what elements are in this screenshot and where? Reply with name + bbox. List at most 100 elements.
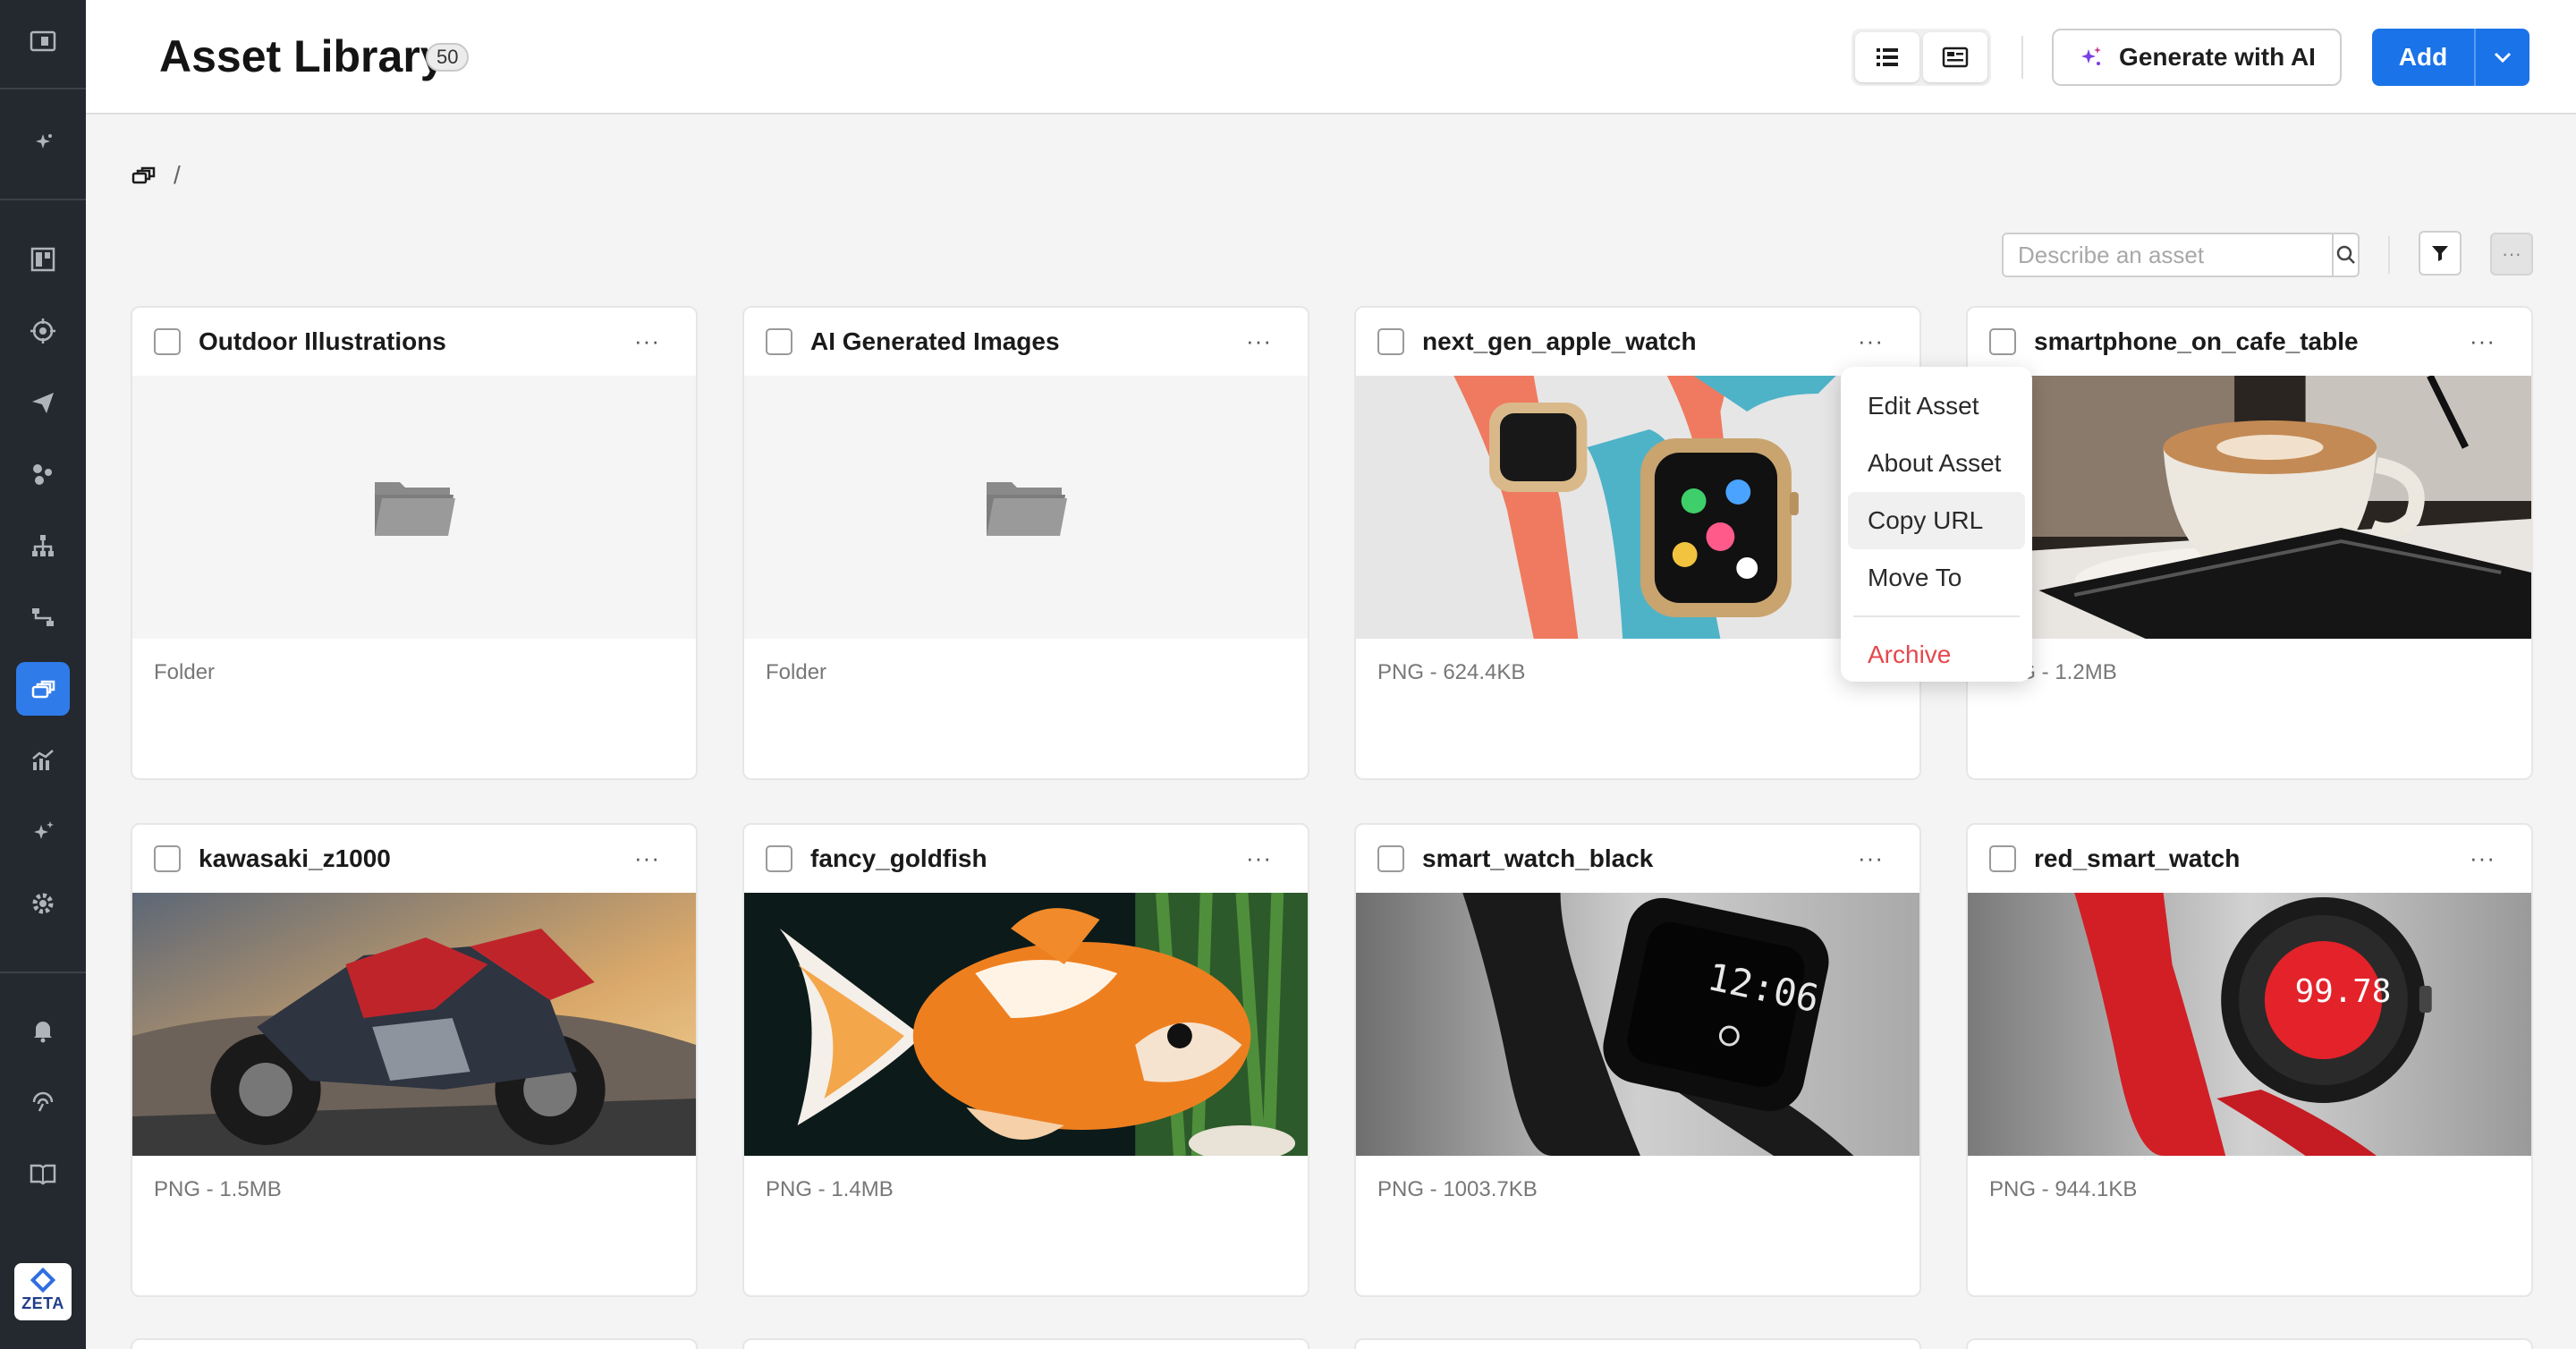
breadcrumb-separator: / xyxy=(174,161,181,189)
brand-logo[interactable]: ZETA xyxy=(14,1263,72,1320)
asset-meta: PNG - 1.4MB xyxy=(766,1177,894,1201)
watch-face-time: 99.78 xyxy=(2295,973,2392,1010)
asset-name: smart_watch_black xyxy=(1422,844,1654,872)
asset-card[interactable]: next_gen_apple_watch ··· PNG - 624.4KB xyxy=(1354,306,1921,780)
dashboard-icon[interactable] xyxy=(16,233,70,286)
add-button[interactable]: Add xyxy=(2372,29,2476,86)
card-menu-icon[interactable]: ··· xyxy=(1246,327,1272,355)
asset-card[interactable]: smartphone_on_cafe_table ··· PNG - 1.2MB xyxy=(1966,306,2533,780)
select-checkbox[interactable] xyxy=(154,845,181,872)
sparkle-icon[interactable] xyxy=(16,116,70,170)
asset-card[interactable]: AI Generated Images ··· Folder xyxy=(742,306,1309,780)
asset-count-badge: 50 xyxy=(426,43,470,72)
select-checkbox[interactable] xyxy=(766,845,792,872)
card-header: kawasaki_z1000 ··· xyxy=(132,825,696,893)
list-view-button[interactable] xyxy=(1855,32,1919,82)
search-button[interactable] xyxy=(2332,234,2358,276)
asset-card[interactable]: fancy_goldfish ··· PNG - 1.4MB xyxy=(742,823,1309,1297)
card-header: fancy_goldfish ··· xyxy=(744,825,1308,893)
black-watch-image: 12:06 xyxy=(1356,893,1919,1156)
folder-thumbnail xyxy=(744,376,1308,639)
asset-meta: PNG - 1.5MB xyxy=(154,1177,282,1201)
card-menu-icon[interactable]: ··· xyxy=(1858,327,1884,355)
card-header: red_smart_watch ··· xyxy=(1968,825,2531,893)
select-checkbox[interactable] xyxy=(1989,845,2016,872)
generate-with-ai-label: Generate with AI xyxy=(2119,43,2316,71)
coffee-phone-image xyxy=(1968,376,2531,639)
generate-with-ai-button[interactable]: Generate with AI xyxy=(2052,29,2342,86)
settings-icon[interactable] xyxy=(16,877,70,930)
send-icon[interactable] xyxy=(16,376,70,429)
folder-icon xyxy=(375,482,455,536)
asset-name: next_gen_apple_watch xyxy=(1422,327,1697,355)
red-watch-image: 99.78 xyxy=(1968,893,2531,1156)
asset-meta: PNG - 624.4KB xyxy=(1377,660,1526,684)
list-icon xyxy=(1877,48,1898,66)
asset-name: smartphone_on_cafe_table xyxy=(2034,327,2359,355)
chevron-down-icon xyxy=(2494,52,2512,64)
search-input[interactable] xyxy=(2004,234,2332,276)
menu-item-edit-asset[interactable]: Edit Asset xyxy=(1848,378,2025,435)
page-title: Asset Library xyxy=(159,31,445,81)
workflow-icon[interactable] xyxy=(16,590,70,644)
asset-card[interactable] xyxy=(1966,1338,2533,1349)
ai-sparkle-icon[interactable] xyxy=(16,805,70,859)
asset-meta: PNG - 944.1KB xyxy=(1989,1177,2138,1201)
select-checkbox[interactable] xyxy=(1989,328,2016,355)
asset-card[interactable]: kawasaki_z1000 ··· PNG - 1.5MB xyxy=(131,823,698,1297)
menu-item-about-asset[interactable]: About Asset xyxy=(1848,435,2025,492)
asset-card[interactable]: Outdoor Illustrations ··· Folder xyxy=(131,306,698,780)
select-checkbox[interactable] xyxy=(1377,845,1404,872)
audience-icon[interactable] xyxy=(16,447,70,501)
hierarchy-icon[interactable] xyxy=(16,519,70,573)
breadcrumb: / xyxy=(131,161,181,190)
card-menu-icon[interactable]: ··· xyxy=(634,327,660,355)
asset-card[interactable] xyxy=(742,1338,1309,1349)
sidebar: ZETA xyxy=(0,0,86,1349)
card-header: smart_watch_black ··· xyxy=(1356,825,1919,893)
header-divider xyxy=(2021,36,2023,79)
select-checkbox[interactable] xyxy=(1377,328,1404,355)
page-header: Asset Library 50 Generate with AI Add xyxy=(86,0,2576,115)
asset-library-icon[interactable] xyxy=(131,162,157,189)
asset-name: fancy_goldfish xyxy=(810,844,987,872)
card-view-button[interactable] xyxy=(1923,32,1987,82)
asset-name: AI Generated Images xyxy=(810,327,1060,355)
asset-library-icon[interactable] xyxy=(16,662,70,716)
filter-icon xyxy=(2432,246,2448,261)
card-header: Outdoor Illustrations ··· xyxy=(132,308,696,376)
asset-card[interactable] xyxy=(131,1338,698,1349)
docs-book-icon[interactable] xyxy=(16,1147,70,1201)
card-menu-icon[interactable]: ··· xyxy=(634,844,660,872)
menu-item-copy-url[interactable]: Copy URL xyxy=(1848,492,2025,549)
asset-name: kawasaki_z1000 xyxy=(199,844,391,872)
filter-button[interactable] xyxy=(2419,231,2462,276)
signal-icon[interactable] xyxy=(16,1075,70,1129)
exit-app-icon[interactable] xyxy=(16,14,70,68)
card-menu-icon[interactable]: ··· xyxy=(2470,327,2496,355)
asset-search xyxy=(2002,233,2360,277)
search-icon xyxy=(2336,245,2355,264)
notifications-icon[interactable] xyxy=(16,1004,70,1057)
asset-card[interactable]: smart_watch_black ··· 12:06 PNG - 1003.7… xyxy=(1354,823,1921,1297)
add-dropdown-button[interactable] xyxy=(2476,29,2529,86)
card-header: AI Generated Images ··· xyxy=(744,308,1308,376)
card-menu-icon[interactable]: ··· xyxy=(1246,844,1272,872)
select-checkbox[interactable] xyxy=(766,328,792,355)
asset-card[interactable]: red_smart_watch ··· 99.78 PNG - 944.1KB xyxy=(1966,823,2533,1297)
target-icon[interactable] xyxy=(16,304,70,358)
motorcycle-image xyxy=(132,893,696,1156)
asset-meta: Folder xyxy=(154,660,216,684)
menu-item-move-to[interactable]: Move To xyxy=(1848,549,2025,607)
asset-card[interactable] xyxy=(1354,1338,1921,1349)
select-checkbox[interactable] xyxy=(154,328,181,355)
card-header: smartphone_on_cafe_table ··· xyxy=(1968,308,2531,376)
analytics-icon[interactable] xyxy=(16,734,70,787)
card-menu-icon[interactable]: ··· xyxy=(1858,844,1884,872)
menu-item-archive[interactable]: Archive xyxy=(1848,626,2025,683)
ellipsis-icon: ··· xyxy=(2502,242,2521,265)
more-options-button[interactable]: ··· xyxy=(2490,233,2533,276)
card-menu-icon[interactable]: ··· xyxy=(2470,844,2496,872)
asset-context-menu: Edit Asset About Asset Copy URL Move To … xyxy=(1841,367,2032,682)
asset-meta: PNG - 1003.7KB xyxy=(1377,1177,1538,1201)
